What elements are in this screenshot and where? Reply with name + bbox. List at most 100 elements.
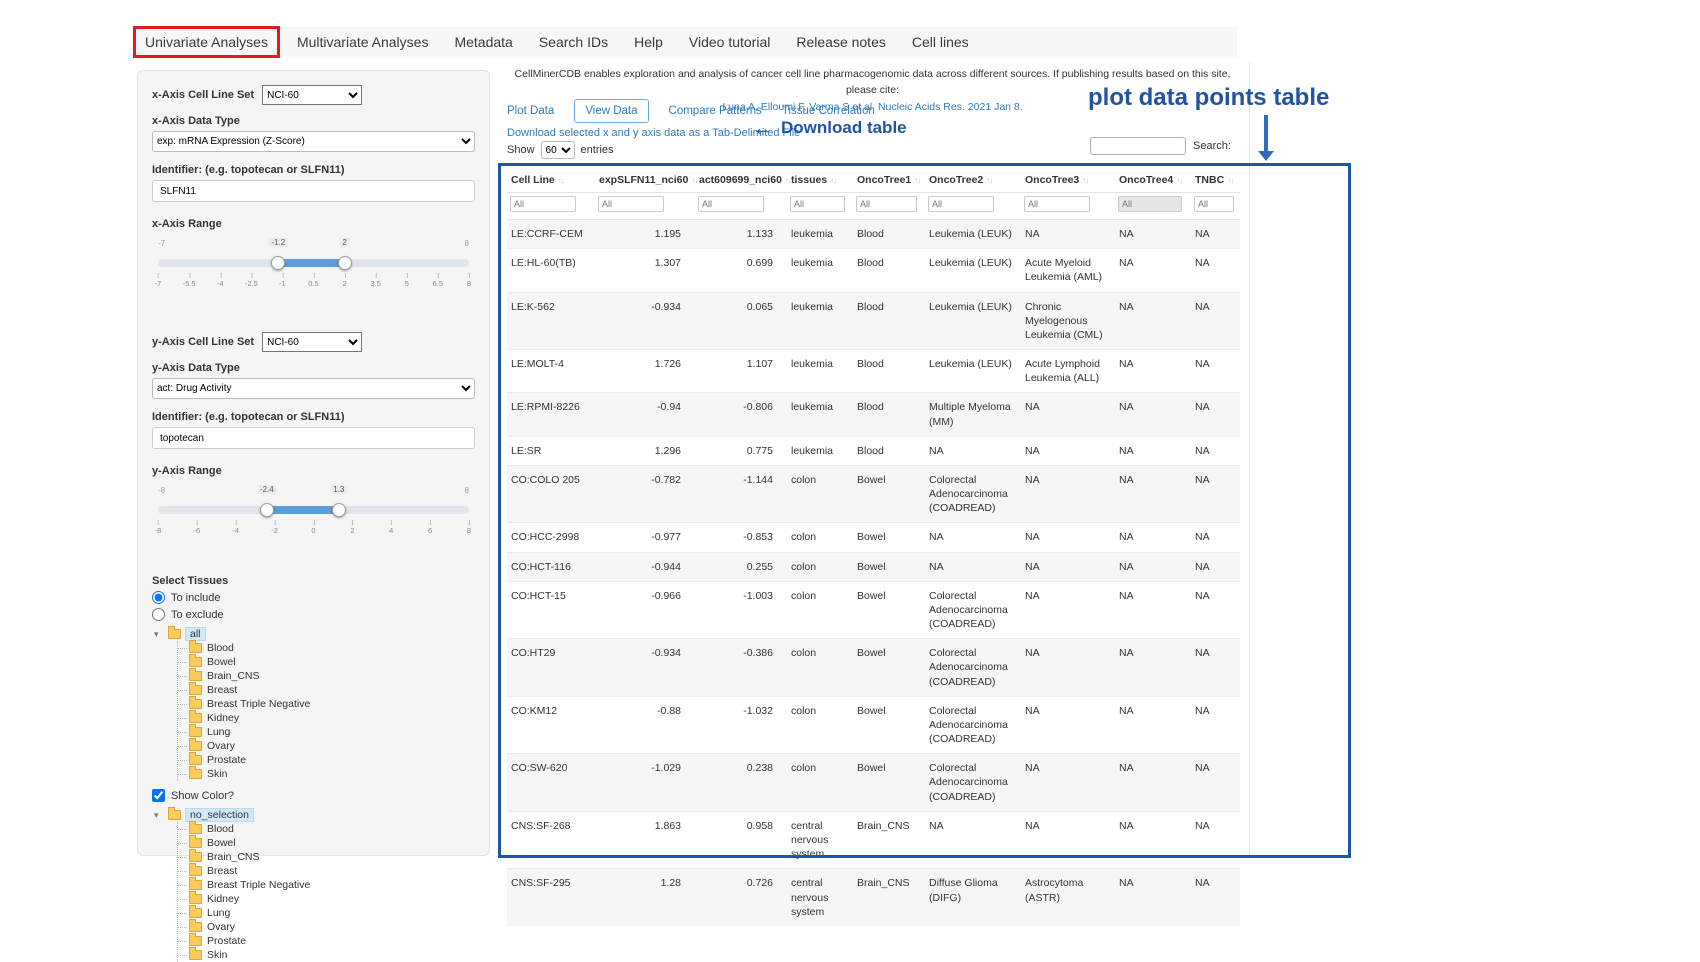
y-cell-line-set-select[interactable]: NCI-60	[262, 332, 362, 352]
tree-node-bowel[interactable]: Bowel	[178, 655, 475, 669]
nav-item-video-tutorial[interactable]: Video tutorial	[676, 34, 783, 50]
table-row[interactable]: CO:KM12-0.88-1.032colonBowelColorectal A…	[507, 696, 1240, 754]
search-input[interactable]	[1090, 137, 1186, 155]
column-header-oncotree1[interactable]: OncoTree1↑↓	[853, 168, 925, 193]
entries-select[interactable]: 60	[541, 141, 575, 159]
column-filter-tissues[interactable]	[790, 196, 845, 212]
column-header-tnbc[interactable]: TNBC↑↓	[1191, 168, 1240, 193]
y-range-slider[interactable]: -88-2.41.3-8-6-4-202468	[158, 493, 469, 555]
table-row[interactable]: LE:SR1.2960.775leukemiaBloodNANANANA	[507, 436, 1240, 465]
column-header-expslfn11-nci60[interactable]: expSLFN11_nci60↑↓	[595, 168, 695, 193]
tree-node-breast-triple-negative[interactable]: Breast Triple Negative	[178, 878, 475, 892]
tree-node-breast-triple-negative[interactable]: Breast Triple Negative	[178, 697, 475, 711]
tree-node-prostate[interactable]: Prostate	[178, 934, 475, 948]
table-cell: NA	[1115, 436, 1191, 465]
column-header-cell-line[interactable]: Cell Line↑↓	[507, 168, 595, 193]
tree-node-blood[interactable]: Blood	[178, 822, 475, 836]
column-header-oncotree2[interactable]: OncoTree2↑↓	[925, 168, 1021, 193]
table-row[interactable]: LE:K-562-0.9340.065leukemiaBloodLeukemia…	[507, 292, 1240, 350]
column-filter-cell-line[interactable]	[510, 196, 576, 212]
column-filter-oncotree1[interactable]	[856, 196, 917, 212]
exclude-radio[interactable]	[152, 608, 165, 621]
tree-root-no-selection[interactable]: ▾no_selection	[154, 808, 475, 822]
tree-node-kidney[interactable]: Kidney	[178, 892, 475, 906]
sort-icon[interactable]: ↑↓	[785, 176, 791, 185]
x-cell-line-set-select[interactable]: NCI-60	[262, 85, 362, 105]
tree-node-prostate[interactable]: Prostate	[178, 753, 475, 767]
collapse-icon[interactable]: ▾	[154, 810, 164, 821]
slider-track[interactable]	[158, 259, 469, 267]
column-filter-oncotree3[interactable]	[1024, 196, 1090, 212]
slider-handle-to[interactable]	[338, 256, 352, 270]
column-filter-oncotree2[interactable]	[928, 196, 994, 212]
column-filter-act609699-nci60[interactable]	[698, 196, 764, 212]
sort-icon[interactable]: ↑↓	[830, 176, 836, 185]
column-filter-tnbc[interactable]	[1194, 196, 1234, 212]
y-data-type-select[interactable]: act: Drug Activity	[152, 378, 475, 399]
sort-icon[interactable]: ↑↓	[558, 176, 564, 185]
nav-item-univariate-analyses[interactable]: Univariate Analyses	[133, 26, 280, 58]
column-filter-oncotree4[interactable]	[1118, 196, 1182, 212]
tab-compare-patterns[interactable]: Compare Patterns	[669, 100, 762, 122]
x-range-slider[interactable]: -78-1.22-7-5.5-4-2.5-10.523.556.58	[158, 246, 469, 308]
table-row[interactable]: CO:COLO 205-0.782-1.144colonBowelColorec…	[507, 465, 1240, 523]
include-radio[interactable]	[152, 591, 165, 604]
tree-node-lung[interactable]: Lung	[178, 906, 475, 920]
slider-handle-from[interactable]	[271, 256, 285, 270]
nav-item-help[interactable]: Help	[621, 34, 676, 50]
table-row[interactable]: CO:HCT-116-0.9440.255colonBowelNANANANA	[507, 552, 1240, 581]
column-header-oncotree4[interactable]: OncoTree4↑↓	[1115, 168, 1191, 193]
x-data-type-select[interactable]: exp: mRNA Expression (Z-Score)	[152, 131, 475, 152]
table-row[interactable]: CNS:SF-2951.280.726central nervous syste…	[507, 869, 1240, 926]
column-header-oncotree3[interactable]: OncoTree3↑↓	[1021, 168, 1115, 193]
x-identifier-input[interactable]	[152, 180, 475, 202]
sort-icon[interactable]: ↑↓	[1227, 176, 1233, 185]
tree-node-blood[interactable]: Blood	[178, 641, 475, 655]
tree-root-all[interactable]: ▾all	[154, 627, 475, 641]
column-filter-expslfn11-nci60[interactable]	[598, 196, 664, 212]
table-row[interactable]: LE:HL-60(TB)1.3070.699leukemiaBloodLeuke…	[507, 249, 1240, 292]
tissues-exclude-option[interactable]: To exclude	[152, 608, 475, 621]
table-row[interactable]: CO:SW-620-1.0290.238colonBowelColorectal…	[507, 754, 1240, 812]
nav-item-cell-lines[interactable]: Cell lines	[899, 34, 982, 50]
tree-node-bowel[interactable]: Bowel	[178, 836, 475, 850]
table-row[interactable]: CO:HCC-2998-0.977-0.853colonBowelNANANAN…	[507, 523, 1240, 552]
sort-icon[interactable]: ↑↓	[986, 176, 992, 185]
tree-node-ovary[interactable]: Ovary	[178, 739, 475, 753]
nav-item-multivariate-analyses[interactable]: Multivariate Analyses	[284, 34, 442, 50]
sort-icon[interactable]: ↑↓	[1176, 176, 1182, 185]
column-header-tissues[interactable]: tissues↑↓	[787, 168, 853, 193]
show-color-checkbox[interactable]	[152, 789, 165, 802]
tab-plot-data[interactable]: Plot Data	[507, 100, 554, 122]
y-identifier-input[interactable]	[152, 427, 475, 449]
slider-track[interactable]	[158, 506, 469, 514]
table-row[interactable]: LE:CCRF-CEM1.1951.133leukemiaBloodLeukem…	[507, 220, 1240, 249]
show-color-option[interactable]: Show Color?	[152, 789, 475, 802]
tree-node-brain-cns[interactable]: Brain_CNS	[178, 850, 475, 864]
slider-handle-to[interactable]	[332, 503, 346, 517]
sort-icon[interactable]: ↑↓	[691, 176, 697, 185]
slider-handle-from[interactable]	[260, 503, 274, 517]
table-row[interactable]: CNS:SF-2681.8630.958central nervous syst…	[507, 811, 1240, 869]
table-row[interactable]: CO:HCT-15-0.966-1.003colonBowelColorecta…	[507, 581, 1240, 639]
sort-icon[interactable]: ↑↓	[1082, 176, 1088, 185]
tree-node-skin[interactable]: Skin	[178, 767, 475, 781]
tree-node-lung[interactable]: Lung	[178, 725, 475, 739]
tree-node-kidney[interactable]: Kidney	[178, 711, 475, 725]
table-row[interactable]: LE:RPMI-8226-0.94-0.806leukemiaBloodMult…	[507, 393, 1240, 436]
tree-node-breast[interactable]: Breast	[178, 864, 475, 878]
tab-view-data[interactable]: View Data	[574, 99, 648, 123]
nav-item-metadata[interactable]: Metadata	[441, 34, 525, 50]
tissues-include-option[interactable]: To include	[152, 591, 475, 604]
collapse-icon[interactable]: ▾	[154, 629, 164, 640]
tree-node-skin[interactable]: Skin	[178, 948, 475, 962]
tree-node-ovary[interactable]: Ovary	[178, 920, 475, 934]
column-header-act609699-nci60[interactable]: act609699_nci60↑↓	[695, 168, 787, 193]
sort-icon[interactable]: ↑↓	[914, 176, 920, 185]
tree-node-brain-cns[interactable]: Brain_CNS	[178, 669, 475, 683]
table-row[interactable]: CO:HT29-0.934-0.386colonBowelColorectal …	[507, 639, 1240, 697]
table-row[interactable]: LE:MOLT-41.7261.107leukemiaBloodLeukemia…	[507, 350, 1240, 393]
nav-item-search-ids[interactable]: Search IDs	[526, 34, 621, 50]
nav-item-release-notes[interactable]: Release notes	[783, 34, 899, 50]
tree-node-breast[interactable]: Breast	[178, 683, 475, 697]
